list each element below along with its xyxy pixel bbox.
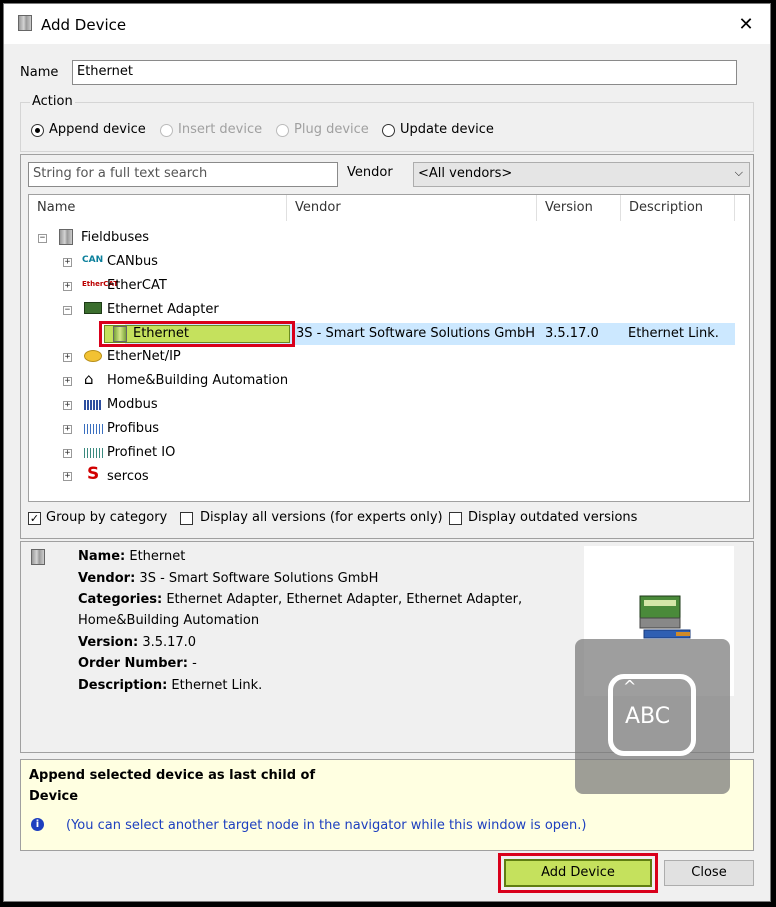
ethernet-description: Ethernet Link.	[628, 326, 719, 341]
plug-device-label: Plug device	[294, 122, 369, 137]
display-all-versions-label[interactable]: Display all versions (for experts only)	[200, 510, 443, 525]
ethernet-device-icon	[113, 326, 127, 346]
expand-toggle[interactable]: +	[63, 449, 72, 458]
tree-item-ethernet[interactable]: Ethernet	[133, 323, 189, 345]
search-input[interactable]: String for a full text search	[28, 162, 338, 187]
device-icon	[18, 15, 32, 35]
action-group-label: Action	[30, 94, 75, 109]
info-icon: i	[31, 818, 44, 831]
hint-line2: Device	[29, 789, 79, 804]
ethercat-icon: EtherCAT	[82, 280, 119, 288]
plug-device-radio	[276, 124, 289, 137]
update-device-radio[interactable]	[382, 124, 395, 137]
keyboard-icon: ^ ABC	[608, 674, 696, 756]
expand-toggle[interactable]: +	[63, 472, 72, 481]
info-order-number: Order Number: -	[78, 656, 197, 671]
overlay-text: ABC	[625, 704, 671, 729]
group-by-category-checkbox[interactable]: ✓	[28, 512, 41, 525]
tree-item-fieldbuses[interactable]: Fieldbuses	[81, 227, 149, 249]
info-categories-cont: Home&Building Automation	[78, 613, 260, 628]
column-header-description[interactable]: Description	[621, 195, 735, 221]
tree-item-home-building[interactable]: Home&Building Automation	[107, 370, 288, 392]
chevron-down-icon: ⌵	[734, 166, 743, 179]
info-categories: Categories: Ethernet Adapter, Ethernet A…	[78, 592, 523, 607]
expand-toggle[interactable]: +	[63, 425, 72, 434]
add-device-dialog: Add Device ✕ Name Ethernet Action Append…	[3, 3, 771, 902]
display-outdated-label[interactable]: Display outdated versions	[468, 510, 637, 525]
device-icon	[31, 549, 45, 569]
name-input[interactable]: Ethernet	[72, 60, 737, 85]
selected-item-highlight	[104, 325, 290, 343]
modbus-icon	[84, 400, 102, 410]
column-header-vendor[interactable]: Vendor	[287, 195, 537, 221]
expand-toggle[interactable]: +	[63, 377, 72, 386]
tree-item-modbus[interactable]: Modbus	[107, 394, 158, 416]
column-header-name[interactable]: Name	[29, 195, 287, 221]
vendor-label: Vendor	[347, 165, 393, 180]
insert-device-radio	[160, 124, 173, 137]
sercos-icon: S	[87, 464, 100, 484]
ethernetip-icon	[84, 350, 102, 362]
display-all-versions-checkbox[interactable]	[180, 512, 193, 525]
close-icon[interactable]: ✕	[732, 12, 760, 38]
hint-line1: Append selected device as last child of	[29, 768, 316, 783]
home-icon: ⌂	[84, 370, 94, 388]
vendor-select-value: <All vendors>	[418, 166, 513, 181]
group-by-category-label[interactable]: Group by category	[46, 510, 167, 525]
info-version: Version: 3.5.17.0	[78, 635, 197, 650]
ethernet-vendor: 3S - Smart Software Solutions GmbH	[296, 326, 536, 341]
profibus-icon	[84, 424, 104, 434]
info-description: Description: Ethernet Link.	[78, 678, 263, 693]
name-label: Name	[20, 65, 59, 80]
add-device-button[interactable]: Add Device	[504, 859, 652, 887]
ethernet-adapter-icon	[84, 302, 102, 314]
tree-item-ethernetip[interactable]: EtherNet/IP	[107, 346, 181, 368]
tree-item-canbus[interactable]: CANbus	[107, 251, 158, 273]
canbus-icon: CAN	[82, 255, 104, 265]
fieldbus-icon	[59, 229, 73, 249]
append-device-radio[interactable]	[31, 124, 44, 137]
display-outdated-checkbox[interactable]	[449, 512, 462, 525]
collapse-toggle[interactable]: −	[63, 306, 72, 315]
keyboard-overlay[interactable]: ^ ABC	[575, 639, 730, 794]
tree-item-ethercat[interactable]: EtherCAT	[107, 275, 167, 297]
hint-note: (You can select another target node in t…	[66, 818, 587, 833]
tree-item-sercos[interactable]: sercos	[107, 466, 149, 488]
title-bar: Add Device ✕	[4, 4, 770, 44]
tree-item-profinet[interactable]: Profinet IO	[107, 442, 175, 464]
tree-item-profibus[interactable]: Profibus	[107, 418, 159, 440]
expand-toggle[interactable]: +	[63, 353, 72, 362]
ethernet-version: 3.5.17.0	[545, 326, 599, 341]
device-tree[interactable]: Name Vendor Version Description − Fieldb…	[28, 194, 750, 502]
info-name: Name: Ethernet	[78, 549, 186, 564]
vendor-select[interactable]: <All vendors> ⌵	[413, 162, 750, 187]
expand-toggle[interactable]: +	[63, 401, 72, 410]
update-device-label[interactable]: Update device	[400, 122, 494, 137]
column-header-version[interactable]: Version	[537, 195, 621, 221]
caret-up-icon: ^	[623, 677, 637, 696]
window-title: Add Device	[41, 16, 127, 34]
insert-device-label: Insert device	[178, 122, 263, 137]
close-button[interactable]: Close	[664, 860, 754, 886]
expand-toggle[interactable]: +	[63, 282, 72, 291]
tree-item-ethernet-adapter[interactable]: Ethernet Adapter	[107, 299, 219, 321]
info-vendor: Vendor: 3S - Smart Software Solutions Gm…	[78, 571, 379, 586]
expand-toggle[interactable]: +	[63, 258, 72, 267]
append-device-label[interactable]: Append device	[49, 122, 146, 137]
collapse-toggle[interactable]: −	[38, 234, 47, 243]
profinet-icon	[84, 448, 104, 458]
